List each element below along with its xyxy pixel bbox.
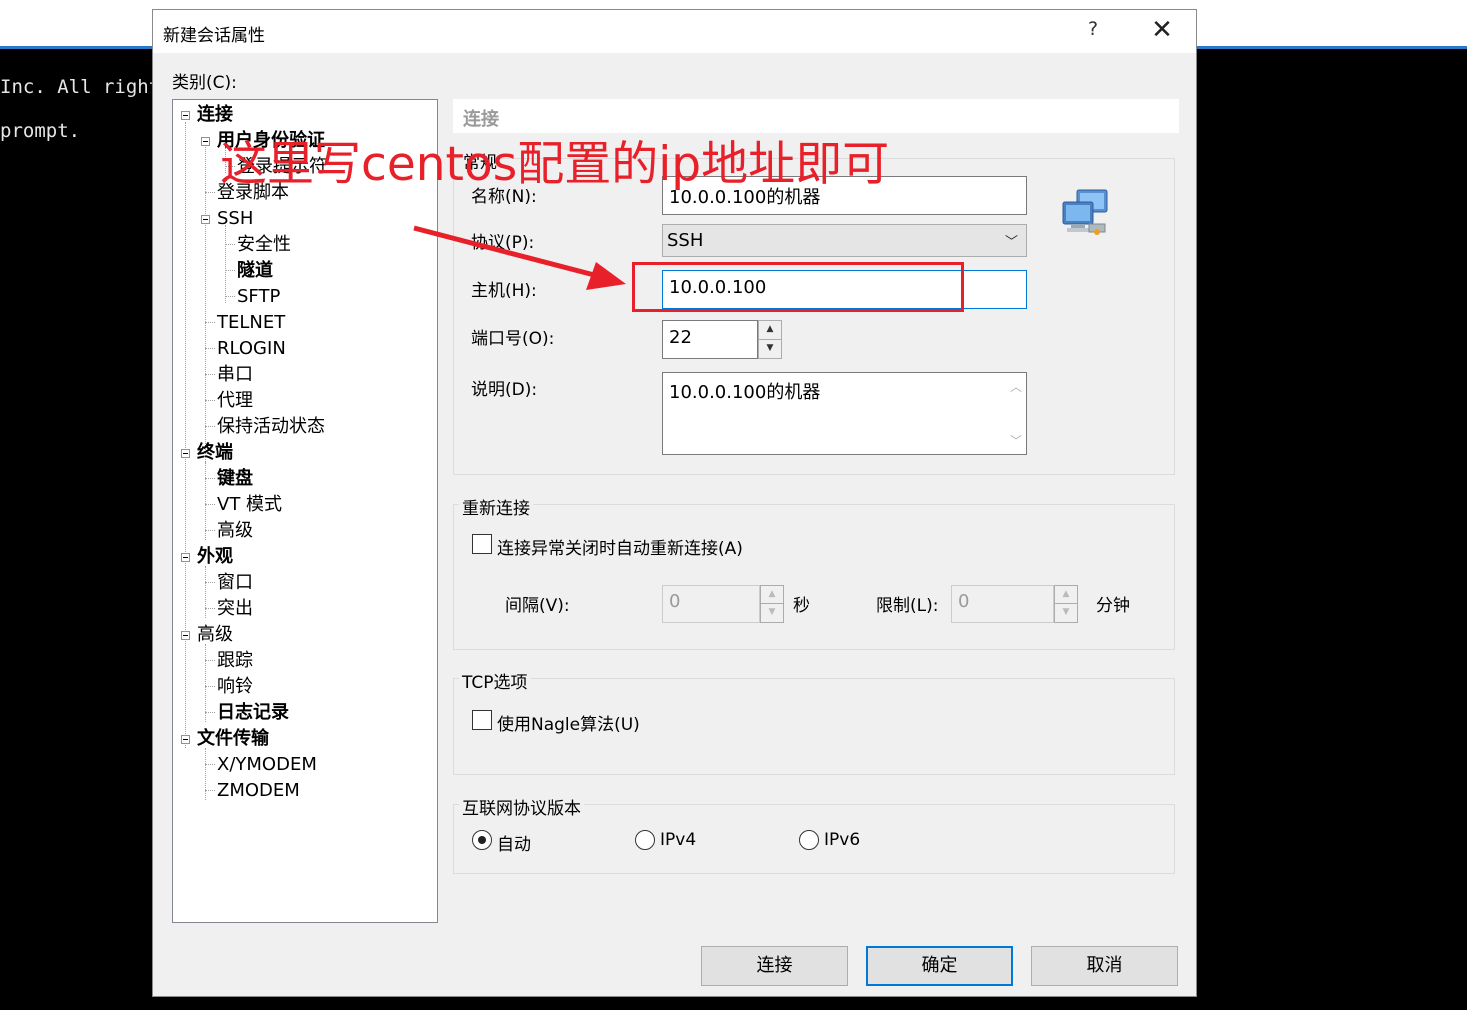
annotation-arrow-icon [413,225,626,290]
